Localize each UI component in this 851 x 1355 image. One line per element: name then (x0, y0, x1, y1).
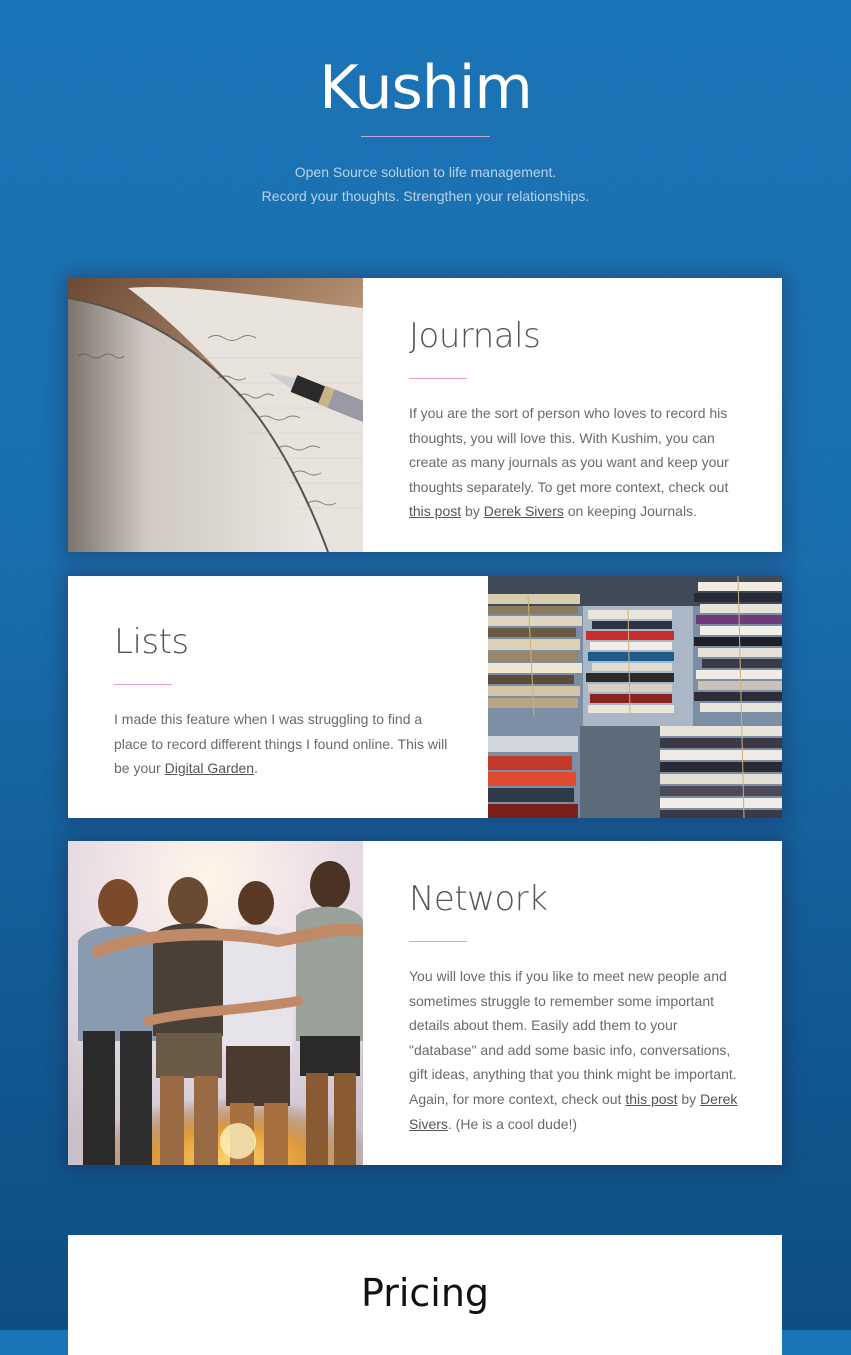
network-this-post-link[interactable]: this post (625, 1091, 677, 1107)
books-photo (488, 576, 782, 818)
tagline-line-2: Record your thoughts. Strengthen your re… (261, 188, 590, 204)
network-text: Network You will love this if you like t… (409, 879, 739, 1136)
book-stacks-image (488, 576, 782, 818)
journals-text: Journals If you are the sort of person w… (409, 316, 739, 524)
journal-photo (68, 278, 363, 552)
network-text-2: by (677, 1090, 701, 1107)
lists-card: Lists I made this feature when I was str… (68, 576, 782, 818)
lists-description: I made this feature when I was strugglin… (114, 707, 448, 781)
network-text-1: You will love this if you like to meet n… (409, 968, 737, 1107)
lists-text-2: . (254, 760, 258, 777)
journals-this-post-link[interactable]: this post (409, 503, 461, 519)
pricing-heading: Pricing (360, 1271, 490, 1315)
network-card: Network You will love this if you like t… (68, 841, 782, 1165)
journals-derek-sivers-link[interactable]: Derek Sivers (484, 503, 564, 519)
network-photo (68, 841, 363, 1165)
tagline-line-1: Open Source solution to life management. (294, 164, 557, 180)
network-divider (409, 941, 467, 942)
lists-heading: Lists (114, 622, 189, 662)
journals-text-3: on keeping Journals. (563, 503, 697, 520)
journal-pen-image (68, 278, 363, 552)
journals-description: If you are the sort of person who loves … (409, 401, 739, 524)
friends-hugging-image (68, 841, 363, 1165)
journals-text-2: by (461, 503, 484, 520)
lists-divider (114, 684, 172, 685)
title-divider (361, 136, 490, 137)
journals-divider (409, 378, 467, 379)
site-title: Kushim (319, 53, 533, 123)
network-text-3: . (He is a cool dude!) (447, 1115, 578, 1132)
pricing-section: Pricing (68, 1235, 782, 1355)
digital-garden-link[interactable]: Digital Garden (165, 760, 255, 776)
journals-heading: Journals (409, 316, 541, 356)
lists-text: Lists I made this feature when I was str… (114, 622, 448, 781)
journals-text-1: If you are the sort of person who loves … (409, 405, 729, 495)
network-heading: Network (409, 879, 548, 919)
journals-card: Journals If you are the sort of person w… (68, 278, 782, 552)
network-description: You will love this if you like to meet n… (409, 964, 739, 1136)
